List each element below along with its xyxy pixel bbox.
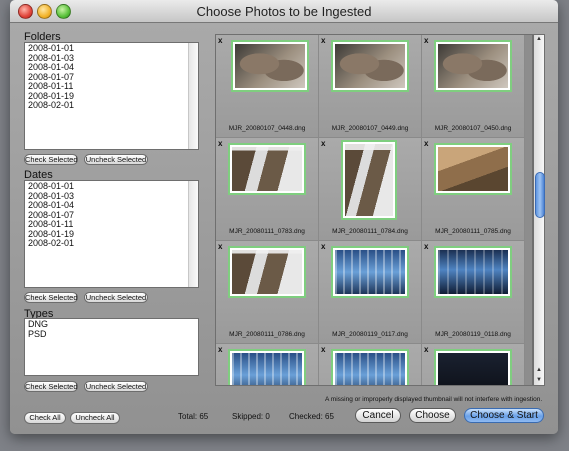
scroll-up-arrow-icon[interactable]: ▲ (534, 367, 544, 373)
exclude-photo-button[interactable]: x (321, 139, 325, 148)
ingest-footnote: A missing or improperly displayed thumbn… (325, 396, 543, 403)
scroll-thumb[interactable] (535, 172, 545, 218)
folders-list[interactable]: 2008-01-01 2008-01-03 2008-01-04 2008-01-07… (24, 42, 199, 150)
photo-thumbnail[interactable] (228, 349, 306, 385)
thumbnail-cell[interactable]: x (319, 344, 422, 385)
thumbnail-cell[interactable]: x MJR_20080107_0448.dng (216, 35, 319, 138)
photo-filename: MJR_20080111_0784.dng (332, 228, 408, 235)
types-uncheck-selected-button[interactable]: Uncheck Selected (84, 381, 148, 392)
photo-thumbnail[interactable] (434, 143, 512, 195)
dates-list[interactable]: 2008-01-01 2008-01-03 2008-01-04 2008-01-07… (24, 180, 199, 288)
exclude-photo-button[interactable]: x (321, 36, 325, 45)
folders-scrollbar[interactable] (188, 43, 198, 149)
photo-image (335, 353, 405, 385)
thumbnail-cell[interactable]: x MJR_20080111_0783.dng (216, 138, 319, 241)
title-bar: Choose Photos to be Ingested (10, 0, 558, 23)
photo-filename: MJR_20080111_0785.dng (435, 228, 511, 235)
photo-thumbnail[interactable] (341, 140, 397, 220)
photo-thumbnail[interactable] (231, 40, 309, 92)
total-count: Total: 65 (178, 412, 209, 421)
photo-thumbnail[interactable] (331, 349, 409, 385)
thumbnail-cell[interactable]: x MJR_20080111_0786.dng (216, 241, 319, 344)
photo-image (335, 44, 405, 88)
scroll-up-arrow-icon[interactable]: ▲ (534, 36, 544, 42)
thumbnail-cell[interactable]: x MJR_20080119_0118.dng (422, 241, 525, 344)
photo-image (438, 250, 508, 294)
photo-thumbnail[interactable] (434, 40, 512, 92)
exclude-photo-button[interactable]: x (424, 242, 428, 251)
thumbnail-cell[interactable]: x MJR_20080111_0784.dng (319, 138, 422, 241)
thumbnail-cell[interactable]: x MJR_20080107_0450.dng (422, 35, 525, 138)
exclude-photo-button[interactable]: x (424, 36, 428, 45)
dates-check-selected-button[interactable]: Check Selected (24, 292, 78, 303)
photo-image (235, 44, 305, 88)
photo-thumbnail[interactable] (228, 143, 306, 195)
types-list-item[interactable]: PSD (28, 329, 198, 340)
photo-image (232, 250, 302, 294)
dates-scrollbar[interactable] (188, 181, 198, 287)
scroll-down-arrow-icon[interactable]: ▼ (534, 377, 544, 383)
folders-list-item[interactable]: 2008-02-01 (28, 100, 198, 111)
exclude-photo-button[interactable]: x (424, 139, 428, 148)
skipped-count: Skipped: 0 (232, 412, 270, 421)
cancel-button[interactable]: Cancel (355, 408, 401, 423)
photo-image (438, 147, 508, 191)
photo-thumbnail[interactable] (331, 246, 409, 298)
types-list-item[interactable]: DNG (28, 319, 198, 330)
photo-filename: MJR_20080107_0448.dng (228, 125, 306, 132)
folders-uncheck-selected-button[interactable]: Uncheck Selected (84, 154, 148, 165)
thumbnail-cell[interactable]: x MJR_20080107_0449.dng (319, 35, 422, 138)
thumbnail-cell[interactable]: x MJR_20080111_0785.dng (422, 138, 525, 241)
checked-count: Checked: 65 (289, 412, 334, 421)
thumbnail-grid-scrollbar[interactable]: ▲ ▲ ▼ (533, 34, 545, 386)
photo-thumbnail[interactable] (434, 246, 512, 298)
photo-image (438, 353, 508, 385)
ingest-dialog: Choose Photos to be Ingested Folders 200… (10, 0, 558, 434)
dates-uncheck-selected-button[interactable]: Uncheck Selected (84, 292, 148, 303)
dates-list-item[interactable]: 2008-02-01 (28, 238, 198, 249)
photo-image (335, 250, 405, 294)
photo-image (232, 147, 302, 191)
choose-and-start-button[interactable]: Choose & Start (464, 408, 544, 423)
exclude-photo-button[interactable]: x (218, 139, 222, 148)
types-list[interactable]: DNG PSD (24, 318, 199, 376)
photo-filename: MJR_20080119_0117.dng (332, 331, 408, 338)
photo-filename: MJR_20080107_0449.dng (331, 125, 409, 132)
photo-filename: MJR_20080119_0118.dng (435, 331, 511, 338)
types-check-selected-button[interactable]: Check Selected (24, 381, 78, 392)
uncheck-all-button[interactable]: Uncheck All (70, 412, 120, 424)
exclude-photo-button[interactable]: x (218, 36, 222, 45)
thumbnail-cell[interactable]: x MJR_20080119_0117.dng (319, 241, 422, 344)
folders-check-selected-button[interactable]: Check Selected (24, 154, 78, 165)
photo-image (345, 144, 393, 216)
thumbnail-cell[interactable]: x (216, 344, 319, 385)
choose-button[interactable]: Choose (409, 408, 456, 423)
thumbnail-cell[interactable]: x (422, 344, 525, 385)
photo-filename: MJR_20080107_0450.dng (434, 125, 512, 132)
photo-thumbnail[interactable] (434, 349, 512, 385)
check-all-button[interactable]: Check All (24, 412, 66, 424)
photo-thumbnail[interactable] (331, 40, 409, 92)
exclude-photo-button[interactable]: x (218, 242, 222, 251)
photo-filename: MJR_20080111_0786.dng (229, 331, 305, 338)
exclude-photo-button[interactable]: x (321, 242, 325, 251)
photo-filename: MJR_20080111_0783.dng (229, 228, 305, 235)
window-title: Choose Photos to be Ingested (196, 4, 372, 19)
photo-thumbnail[interactable] (228, 246, 306, 298)
exclude-photo-button[interactable]: x (218, 345, 222, 354)
thumbnail-grid[interactable]: x MJR_20080107_0448.dng x MJR_20080107_0449… (215, 34, 533, 386)
exclude-photo-button[interactable]: x (424, 345, 428, 354)
photo-image (232, 353, 302, 385)
photo-image (438, 44, 508, 88)
exclude-photo-button[interactable]: x (321, 345, 325, 354)
